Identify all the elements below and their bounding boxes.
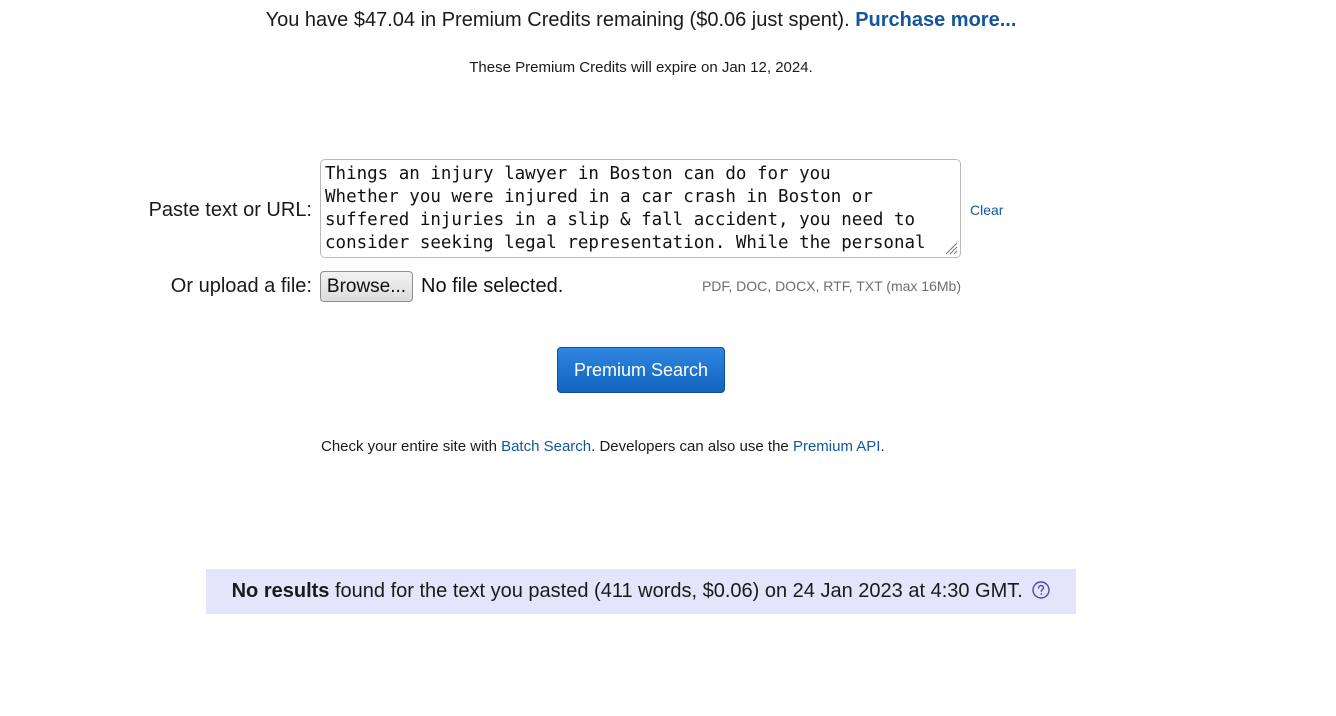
file-status-text: No file selected. [421, 275, 564, 297]
paste-text-input[interactable]: Things an injury lawyer in Boston can do… [320, 159, 961, 258]
batch-suffix-text: . [880, 438, 885, 455]
batch-middle-text: . Developers can also use the [591, 438, 793, 455]
clear-link[interactable]: Clear [970, 202, 1003, 218]
credits-text: You have $47.04 in Premium Credits remai… [265, 9, 850, 31]
premium-search-page: You have $47.04 in Premium Credits remai… [0, 0, 1336, 716]
paste-text-container: Things an injury lawyer in Boston can do… [320, 159, 961, 258]
results-status-bold: No results [231, 580, 330, 602]
credits-expire-text: These Premium Credits will expire on Jan… [469, 59, 813, 76]
browse-button[interactable]: Browse... [320, 271, 413, 302]
resize-grip-icon[interactable] [944, 241, 958, 255]
paste-text-label: Paste text or URL: [148, 199, 312, 221]
question-circle-icon[interactable] [1032, 581, 1051, 599]
results-detail-text: found for the text you pasted (411 words… [329, 580, 1023, 602]
allowed-file-types-hint: PDF, DOC, DOCX, RTF, TXT (max 16Mb) [701, 278, 961, 294]
purchase-more-link[interactable]: Purchase more... [855, 9, 1016, 31]
batch-prefix-text: Check your entire site with [321, 438, 502, 455]
premium-api-link[interactable]: Premium API [793, 438, 881, 455]
results-banner: No results found for the text you pasted… [206, 569, 1076, 614]
premium-search-button[interactable]: Premium Search [557, 347, 725, 393]
batch-search-link[interactable]: Batch Search [501, 438, 591, 455]
credits-remaining-line: You have $47.04 in Premium Credits remai… [0, 6, 1282, 34]
upload-file-label: Or upload a file: [170, 275, 312, 297]
batch-search-info: Check your entire site with Batch Search… [321, 437, 885, 457]
